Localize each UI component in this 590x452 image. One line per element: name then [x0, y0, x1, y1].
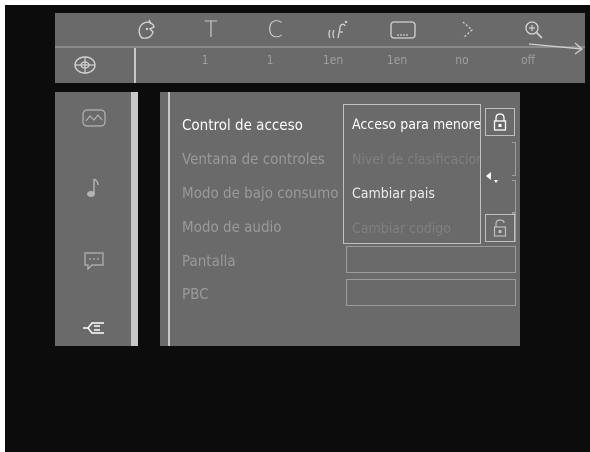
- menu-item-modo-de-audio[interactable]: Modo de audio: [182, 218, 282, 236]
- audio-icon[interactable]: [309, 17, 369, 43]
- locked-icon: [485, 108, 515, 136]
- audio-settings-icon[interactable]: [75, 174, 113, 202]
- zoom-value: off: [520, 53, 536, 67]
- menu-item-control-de-acceso[interactable]: Control de acceso: [182, 116, 303, 134]
- slow-motion-icon[interactable]: [437, 17, 497, 43]
- chapter-value: 1: [266, 53, 274, 67]
- title-value: 1: [201, 53, 209, 67]
- category-sidebar: [55, 92, 138, 346]
- features-settings-icon[interactable]: [75, 314, 113, 342]
- menu-item-modo-bajo-consumo[interactable]: Modo de bajo consumo: [182, 184, 339, 202]
- menu-item-pantalla[interactable]: Pantalla: [182, 252, 236, 270]
- submenu-item-cambiar-pais[interactable]: Cambiar pais: [344, 177, 480, 210]
- pantalla-value-box[interactable]: [346, 246, 516, 273]
- system-menu-bar: T C 1 1 1en 1en no off: [55, 13, 585, 83]
- disc-settings-icon[interactable]: [60, 51, 110, 79]
- submenu-item-acceso-menores[interactable]: Acceso para menores: [344, 108, 480, 141]
- slow-motion-value: no: [455, 53, 469, 67]
- value-box-edge: [512, 142, 516, 176]
- language-settings-icon[interactable]: [75, 247, 113, 275]
- subtitle-icon[interactable]: [373, 17, 433, 43]
- menu-bar-separator: [134, 48, 136, 83]
- pbc-value-box[interactable]: [346, 279, 516, 306]
- title-icon[interactable]: T: [181, 17, 241, 43]
- category-sidebar-highlight: [131, 92, 138, 346]
- submenu-item-cambiar-codigo[interactable]: Cambiar codigo: [344, 212, 480, 245]
- subtitle-value: 1en: [386, 53, 408, 67]
- settings-panel-bar: [168, 92, 170, 346]
- audio-value: 1en: [322, 53, 344, 67]
- navigation-arrows-icon: [485, 170, 501, 184]
- picture-settings-icon[interactable]: [75, 104, 113, 132]
- menu-item-pbc[interactable]: PBC: [182, 285, 209, 303]
- access-control-submenu: Acceso para menores Nivel de clasificaci…: [343, 104, 481, 244]
- value-box-edge: [512, 180, 516, 214]
- unlocked-icon: [485, 214, 515, 242]
- chapter-icon[interactable]: C: [245, 17, 305, 43]
- menu-item-ventana-de-controles[interactable]: Ventana de controles: [182, 150, 325, 168]
- angle-icon[interactable]: [117, 17, 177, 43]
- submenu-item-nivel-clasificacion[interactable]: Nivel de clasificacion: [344, 143, 480, 176]
